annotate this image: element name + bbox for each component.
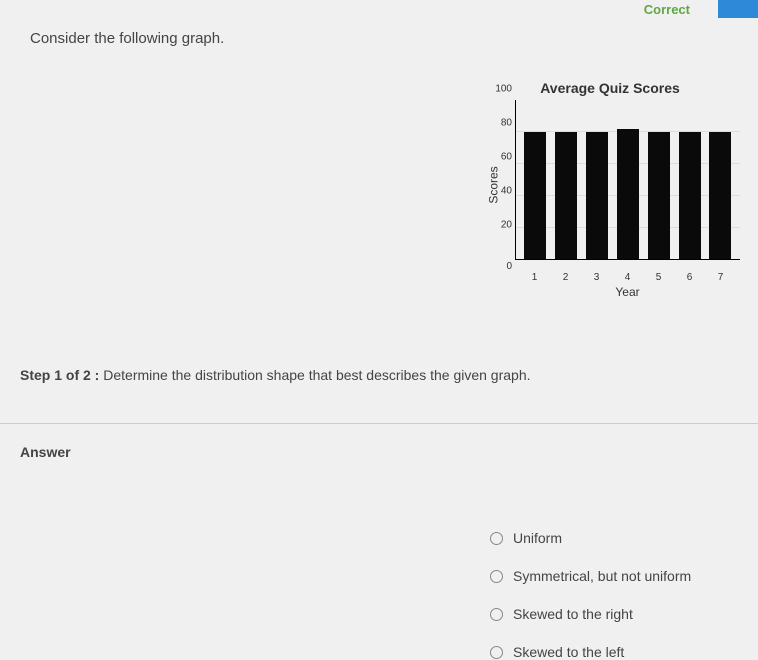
step-section: Step 1 of 2 : Determine the distribution… [0, 367, 758, 403]
x-axis-label: Year [505, 285, 750, 299]
option-label: Skewed to the right [513, 606, 633, 622]
option-skewed-left[interactable]: Skewed to the left [490, 644, 758, 660]
x-tick: 7 [707, 272, 735, 283]
radio-icon [490, 608, 503, 621]
y-ticks: 0 20 40 60 80 100 [487, 100, 512, 270]
bar-2 [555, 132, 577, 259]
y-tick: 60 [487, 152, 512, 163]
step-instruction: Determine the distribution shape that be… [103, 367, 530, 383]
bar-3 [586, 132, 608, 259]
bar-4 [617, 129, 639, 259]
x-tick: 6 [676, 272, 704, 283]
answer-heading: Answer [0, 444, 758, 500]
option-label: Symmetrical, but not uniform [513, 568, 691, 584]
chart-title: Average Quiz Scores [470, 80, 750, 96]
radio-icon [490, 532, 503, 545]
option-label: Skewed to the left [513, 644, 624, 660]
bar-7 [709, 132, 731, 259]
question-prompt: Consider the following graph. [30, 30, 738, 47]
chart-container: Average Quiz Scores Scores 0 20 40 60 80… [470, 80, 750, 290]
x-tick: 4 [614, 272, 642, 283]
x-tick: 1 [521, 272, 549, 283]
step-label: Step 1 of 2 : [20, 367, 99, 383]
x-tick: 5 [645, 272, 673, 283]
chart-area: Scores 0 20 40 60 80 100 [515, 100, 740, 270]
bar-6 [679, 132, 701, 259]
plot-area [515, 100, 740, 260]
option-uniform[interactable]: Uniform [490, 530, 758, 546]
x-tick: 2 [552, 272, 580, 283]
bar-1 [524, 132, 546, 259]
option-skewed-right[interactable]: Skewed to the right [490, 606, 758, 622]
bars-container [516, 100, 740, 259]
option-symmetrical[interactable]: Symmetrical, but not uniform [490, 568, 758, 584]
divider [0, 423, 758, 424]
y-tick: 100 [487, 84, 512, 95]
x-ticks: 1 2 3 4 5 6 7 [515, 270, 740, 283]
bar-5 [648, 132, 670, 259]
radio-icon [490, 570, 503, 583]
y-tick: 40 [487, 186, 512, 197]
blue-corner [718, 0, 758, 18]
step-text: Step 1 of 2 : Determine the distribution… [20, 367, 738, 383]
options-group: Uniform Symmetrical, but not uniform Ske… [490, 530, 758, 660]
y-tick: 20 [487, 220, 512, 231]
x-tick: 3 [583, 272, 611, 283]
y-tick: 80 [487, 118, 512, 129]
y-tick: 0 [487, 261, 512, 272]
option-label: Uniform [513, 530, 562, 546]
radio-icon [490, 646, 503, 659]
correct-badge: Correct [636, 0, 698, 19]
